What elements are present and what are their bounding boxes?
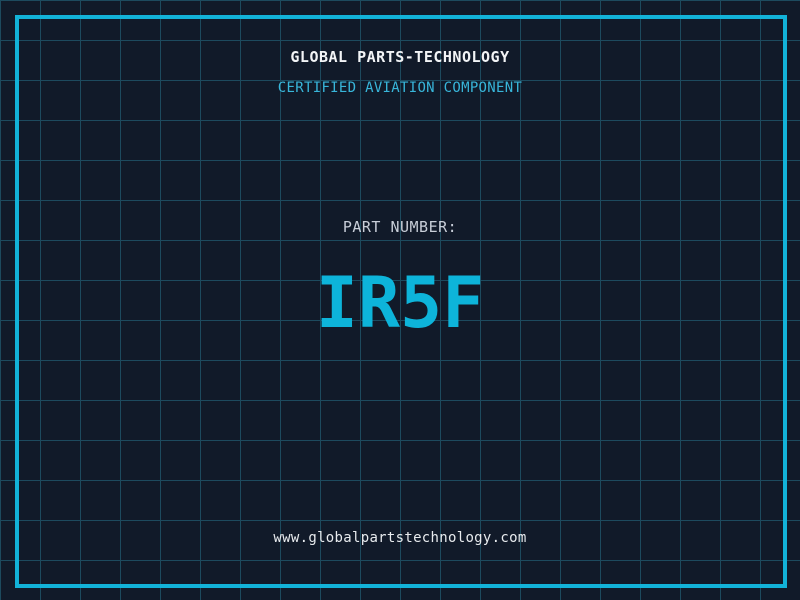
part-number-label: PART NUMBER: [0,220,800,235]
part-number-value: IR5F [0,268,800,338]
brand-subtitle: CERTIFIED AVIATION COMPONENT [0,81,800,95]
brand-title: GLOBAL PARTS-TECHNOLOGY [0,50,800,65]
footer-url: www.globalpartstechnology.com [0,531,800,545]
part-label-page: GLOBAL PARTS-TECHNOLOGY CERTIFIED AVIATI… [0,0,800,600]
